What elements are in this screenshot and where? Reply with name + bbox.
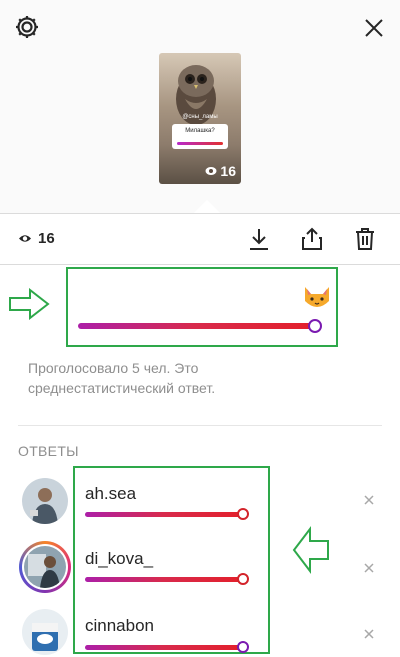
gear-icon[interactable]: [13, 13, 41, 41]
poll-result-highlight: [66, 267, 338, 347]
preview-pointer: [193, 200, 221, 214]
close-icon[interactable]: [362, 561, 376, 575]
close-icon[interactable]: [362, 493, 376, 507]
close-icon[interactable]: [360, 14, 388, 42]
answer-username[interactable]: di_kova_: [85, 549, 153, 569]
story-view-count-value: 16: [220, 163, 236, 179]
eye-icon: [205, 167, 217, 175]
answer-slider-knob: [237, 573, 249, 585]
answers-heading: ОТВЕТЫ: [18, 443, 79, 459]
story-question: Милашка?: [185, 128, 215, 134]
arrow-right-icon: [9, 288, 50, 320]
divider: [18, 425, 382, 426]
poll-summary: Проголосовало 5 чел. Это среднестатистич…: [28, 360, 216, 396]
answer-username[interactable]: ah.sea: [85, 484, 136, 504]
avatar[interactable]: [22, 609, 68, 655]
story-poll-card: Милашка?: [172, 124, 228, 149]
viewers-count-value: 16: [38, 230, 55, 247]
story-thumbnail[interactable]: @сны_ламы Милашка? 16: [159, 53, 241, 184]
share-icon[interactable]: [299, 226, 325, 252]
story-preview-area: @сны_ламы Милашка? 16: [0, 0, 400, 214]
arrow-left-icon: [292, 526, 329, 574]
avatar[interactable]: [19, 541, 71, 593]
answer-slider: [85, 645, 242, 650]
story-mini-slider: [177, 142, 223, 145]
story-view-count: 16: [205, 163, 236, 179]
story-handle: @сны_ламы: [182, 114, 218, 120]
answer-slider-knob: [237, 508, 249, 520]
answer-username[interactable]: cinnabon: [85, 616, 154, 636]
divider: [0, 264, 400, 265]
avatar[interactable]: [22, 478, 68, 524]
answer-slider-knob: [237, 641, 249, 653]
cat-face-icon: [305, 287, 329, 307]
answer-slider: [85, 512, 242, 517]
poll-average-knob: [308, 319, 322, 333]
eye-icon: [19, 235, 31, 242]
answer-slider: [85, 577, 242, 582]
trash-icon[interactable]: [352, 226, 378, 252]
story-toolbar: 16: [0, 214, 400, 264]
download-icon[interactable]: [246, 226, 272, 252]
close-icon[interactable]: [362, 627, 376, 641]
viewers-count[interactable]: 16: [18, 230, 55, 247]
poll-average-slider: [78, 323, 312, 329]
